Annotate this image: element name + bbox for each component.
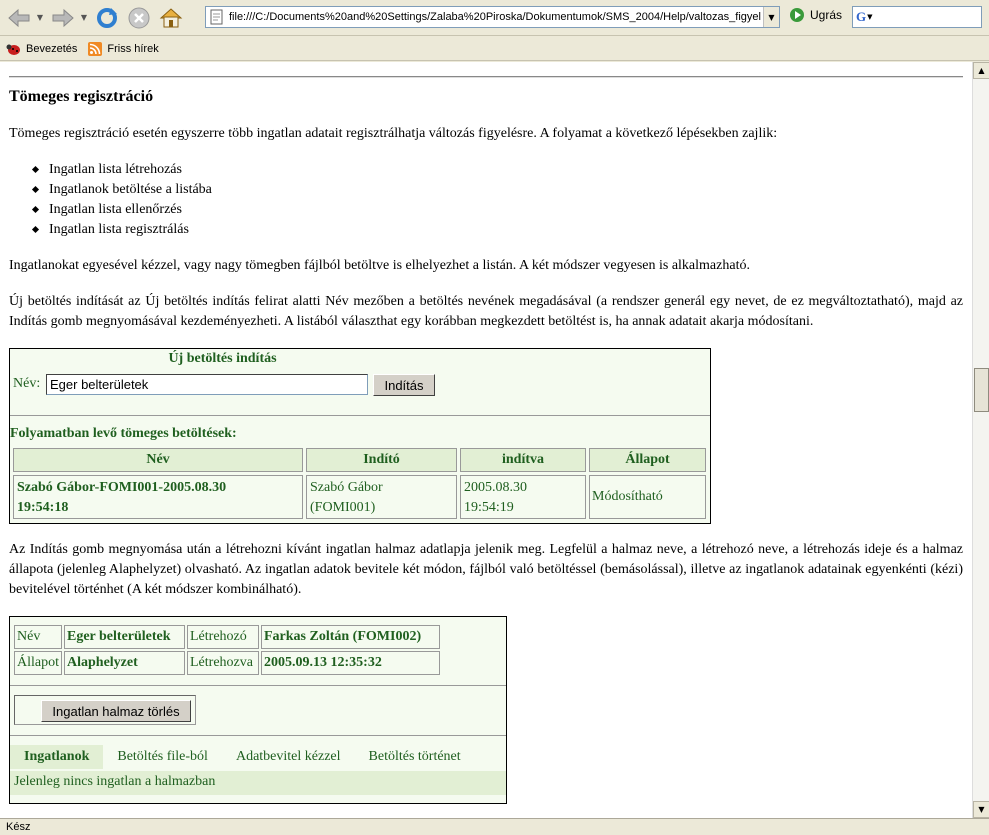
scroll-thumb[interactable] [974,368,989,412]
column-header-starter: Indító [306,448,457,472]
reload-button[interactable] [92,3,122,33]
divider [9,76,963,78]
row-started-cell: 2005.08.30 19:54:19 [460,475,586,519]
state-value: Alaphelyzet [64,651,185,675]
inprogress-title: Folyamatban levő tömeges betöltések: [10,426,237,441]
paragraph-new-load: Új betöltés indítását az Új betöltés ind… [9,294,963,329]
row-started-line1: 2005.08.30 [464,480,527,495]
tab-ingatlanok[interactable]: Ingatlanok [10,745,104,769]
browser-toolbar: ▼ ▼ file:///C:/Documents%20and%20Setting… [0,0,989,36]
column-header-name: Név [13,448,303,472]
page-icon [210,9,223,25]
empty-message: Jelenleg nincs ingatlan a halmazban [10,771,506,795]
row-starter-cell: Szabó Gábor (FOMI001) [306,475,457,519]
row-starter-line1: Szabó Gábor [310,480,383,495]
go-label: Ugrás [810,8,843,22]
down-arrow-icon: ▼ [978,805,985,814]
row-status-cell: Módosítható [589,475,706,519]
delete-dataset-button[interactable]: Ingatlan halmaz törlés [41,700,191,722]
divider [10,735,506,736]
stop-icon [128,7,150,28]
dataset-panel: Név Eger belterületek Létrehozó Farkas Z… [9,616,507,804]
stop-button[interactable] [124,3,154,33]
row-name-line1: Szabó Gábor-FOMI001-2005.08.30 [17,480,227,495]
url-text[interactable]: file:///C:/Documents%20and%20Settings/Za… [229,11,763,23]
tab-betoltes-tortenet[interactable]: Betöltés történet [355,745,475,769]
home-button[interactable] [156,3,186,33]
dataset-tabs: Ingatlanok Betöltés file-ból Adatbevitel… [10,745,502,769]
row-starter-line2: (FOMI001) [310,500,376,515]
steps-list: Ingatlan lista létrehozás Ingatlanok bet… [9,160,212,240]
scroll-down-button[interactable]: ▼ [973,801,989,818]
paragraph-dataset: Az Indítás gomb megnyomása után a létreh… [9,542,963,597]
creator-value: Farkas Zoltán (FOMI002) [261,625,440,649]
bookmark-bevezetes[interactable]: Bevezetés [6,42,77,56]
creator-label: Létrehozó [187,625,259,649]
column-header-status: Állapot [589,448,706,472]
ladybug-icon [6,44,20,55]
dataset-name-label: Név [14,625,62,649]
bookmark-friss-hirek[interactable]: Friss hírek [87,41,159,56]
list-item: Ingatlan lista regisztrálás [33,220,212,240]
paragraph-methods: Ingatlanokat egyesével kézzel, vagy nagy… [9,258,750,273]
search-engine-dropdown-icon[interactable]: ▼ [867,13,872,21]
created-value: 2005.09.13 12:35:32 [261,651,440,675]
row-started-line2: 19:54:19 [464,500,514,515]
bookmarks-bar: Bevezetés Friss hírek [0,37,989,61]
bookmark-label: Friss hírek [107,42,159,55]
list-item: Ingatlanok betöltése a listába [33,180,212,200]
rss-icon [88,41,103,56]
page-title: Tömeges regisztráció [9,88,154,105]
start-button[interactable]: Indítás [373,374,435,396]
created-label: Létrehozva [187,651,259,675]
new-load-header: Új betöltés indítás [168,351,277,366]
name-label: Név: [13,376,41,391]
forward-arrow-icon [52,8,74,27]
status-text: Kész [6,821,31,833]
tab-adatbevitel-kezzel[interactable]: Adatbevitel kézzel [222,745,355,769]
tab-betoltes-file[interactable]: Betöltés file-ból [103,745,222,769]
state-label: Állapot [14,651,62,675]
vertical-scrollbar[interactable]: ▲ ▼ [972,62,989,818]
search-box[interactable]: G ▼ [852,6,982,28]
load-name-input[interactable] [46,374,368,395]
status-bar: Kész [0,818,989,835]
intro-paragraph: Tömeges regisztráció esetén egyszerre tö… [9,126,778,141]
list-item: Ingatlan lista ellenőrzés [33,200,212,220]
address-bar[interactable]: file:///C:/Documents%20and%20Settings/Za… [205,6,780,28]
dataset-name-value: Eger belterületek [64,625,185,649]
bookmark-label: Bevezetés [26,42,78,55]
divider [10,415,710,416]
scroll-up-button[interactable]: ▲ [973,62,989,79]
go-arrow-icon [790,8,804,22]
column-header-started: indítva [460,448,586,472]
back-arrow-icon [8,8,30,27]
new-load-panel: Új betöltés indítás Név: Indítás Folyama… [9,348,711,524]
list-item: Ingatlan lista létrehozás [33,160,212,180]
page-viewport[interactable]: Tömeges regisztráció Tömeges regisztráci… [0,62,972,818]
divider [10,685,506,686]
google-icon[interactable]: G [856,9,866,25]
table-row[interactable]: Szabó Gábor-FOMI001-2005.08.30 19:54:18 [13,475,303,519]
reload-icon [97,7,117,28]
forward-dropdown[interactable]: ▼ [80,3,88,33]
up-arrow-icon: ▲ [978,66,985,75]
forward-button[interactable] [48,3,78,33]
back-button[interactable] [4,3,34,33]
back-dropdown[interactable]: ▼ [36,3,44,33]
go-button[interactable]: Ugrás [790,8,842,22]
row-name-line2: 19:54:18 [17,500,69,515]
home-icon [159,7,183,27]
url-dropdown[interactable]: ▼ [763,7,779,27]
